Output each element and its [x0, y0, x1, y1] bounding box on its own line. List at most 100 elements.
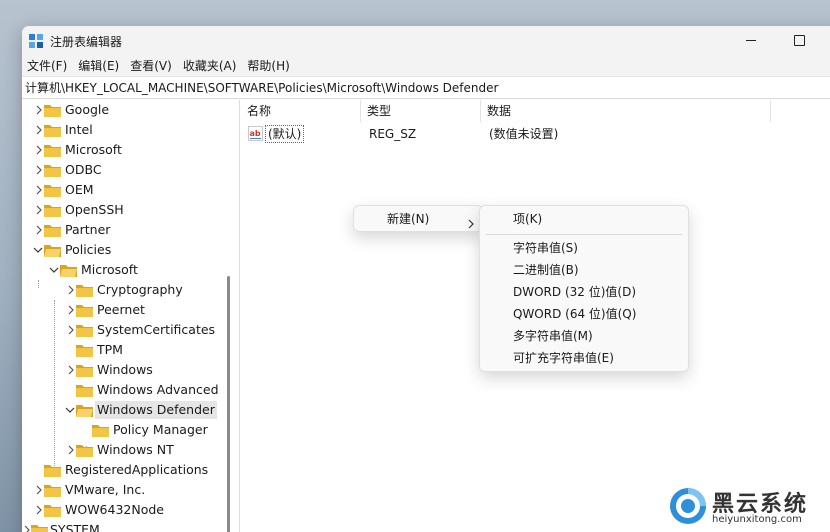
menu-view[interactable]: 查看(V)	[125, 56, 178, 76]
folder-icon	[44, 165, 61, 177]
chevron-right-icon[interactable]	[34, 125, 44, 135]
tree-item-label: WOW6432Node	[65, 502, 164, 517]
chevron-down-icon[interactable]	[33, 245, 43, 255]
chevron-right-icon[interactable]	[66, 325, 76, 335]
folder-icon	[44, 505, 61, 517]
column-header-name[interactable]: 名称	[241, 100, 361, 122]
tree-guide	[38, 280, 39, 288]
tree-item-label: Intel	[65, 122, 93, 137]
menu-help[interactable]: 帮助(H)	[242, 56, 295, 76]
chevron-right-icon	[467, 214, 475, 236]
chevron-right-icon[interactable]	[34, 205, 44, 215]
registry-editor-icon	[29, 34, 43, 48]
menu-item-label: 二进制值(B)	[513, 263, 579, 277]
site-watermark: 黑云系统 heiyunxitong.com	[668, 486, 828, 530]
tree-scrollbar-thumb[interactable]	[227, 276, 230, 532]
tree-item-label: Peernet	[97, 302, 145, 317]
tree-item-label: OEM	[65, 182, 94, 197]
submenu-item-expandable-string-value[interactable]: 可扩充字符串值(E)	[480, 347, 688, 369]
folder-open-icon	[44, 245, 61, 257]
cloud-logo-icon	[670, 488, 706, 524]
chevron-right-icon[interactable]	[66, 365, 76, 375]
column-header-data[interactable]: 数据	[481, 100, 771, 122]
registry-editor-window: 注册表编辑器 文件(F) 编辑(E) 查看(V) 收藏夹(A) 帮助(H) 计算…	[22, 26, 830, 532]
watermark-url: heiyunxitong.com	[712, 514, 802, 525]
menu-edit[interactable]: 编辑(E)	[73, 56, 125, 76]
context-menu-new[interactable]: 新建(N)	[354, 208, 482, 230]
address-path: 计算机\HKEY_LOCAL_MACHINE\SOFTWARE\Policies…	[25, 81, 499, 95]
string-value-icon: ab	[248, 126, 263, 141]
tree-item-label: ODBC	[65, 162, 102, 177]
folder-icon	[44, 485, 61, 497]
chevron-right-icon[interactable]	[34, 225, 44, 235]
submenu-item-dword-value[interactable]: DWORD (32 位)值(D)	[480, 281, 688, 303]
menu-item-label: 字符串值(S)	[513, 241, 578, 255]
chevron-right-icon[interactable]	[66, 305, 76, 315]
folder-icon	[76, 325, 93, 337]
submenu-item-string-value[interactable]: 字符串值(S)	[480, 237, 688, 259]
tree-item-label: Microsoft	[65, 142, 122, 157]
menu-item-label: QWORD (64 位)值(Q)	[513, 307, 637, 321]
chevron-down-icon[interactable]	[65, 405, 75, 415]
tree-item-windows-advanced-threat[interactable]: Windows Advanced T	[22, 380, 218, 400]
value-type: REG_SZ	[369, 127, 417, 141]
tree-item-label: Policies	[65, 242, 112, 257]
tree-item-label: Windows Defender	[95, 401, 217, 419]
tree-item-label: SYSTEM	[50, 522, 100, 532]
menu-file[interactable]: 文件(F)	[22, 56, 73, 76]
tree-item-label: Partner	[65, 222, 111, 237]
folder-icon	[44, 205, 61, 217]
submenu-item-qword-value[interactable]: QWORD (64 位)值(Q)	[480, 303, 688, 325]
submenu-item-multi-string-value[interactable]: 多字符串值(M)	[480, 325, 688, 347]
chevron-right-icon[interactable]	[66, 285, 76, 295]
folder-icon	[44, 465, 61, 477]
maximize-button[interactable]	[786, 30, 812, 50]
tree-item-label: Policy Manager	[113, 422, 208, 437]
key-tree-pane: Google Intel Microsoft ODBC OEM OpenSSH	[22, 100, 240, 532]
folder-open-icon	[76, 405, 93, 417]
tree-item-label: Cryptography	[97, 282, 183, 297]
chevron-right-icon[interactable]	[34, 505, 44, 515]
tree-item-label: Windows Advanced T	[97, 382, 218, 397]
chevron-right-icon[interactable]	[34, 185, 44, 195]
chevron-right-icon[interactable]	[34, 105, 44, 115]
menu-separator	[486, 234, 682, 235]
folder-icon	[92, 425, 109, 437]
minimize-button[interactable]	[739, 30, 765, 50]
value-row-default[interactable]: (默认)	[265, 125, 305, 143]
menu-item-label: 多字符串值(M)	[513, 329, 593, 343]
menu-item-label: DWORD (32 位)值(D)	[513, 285, 636, 299]
folder-icon	[44, 145, 61, 157]
context-menu: 新建(N)	[353, 205, 483, 232]
folder-icon	[76, 285, 93, 297]
chevron-right-icon[interactable]	[34, 165, 44, 175]
folder-icon	[76, 345, 93, 357]
column-header-type[interactable]: 类型	[361, 100, 481, 122]
tree-item-label: TPM	[97, 342, 123, 357]
tree-item-label: Microsoft	[81, 262, 138, 277]
chevron-right-icon[interactable]	[34, 145, 44, 155]
value-name: (默认)	[268, 127, 302, 141]
new-submenu: 项(K) 字符串值(S) 二进制值(B) DWORD (32 位)值(D) QW…	[479, 205, 689, 372]
menu-bar: 文件(F) 编辑(E) 查看(V) 收藏夹(A) 帮助(H)	[22, 56, 830, 76]
submenu-item-binary-value[interactable]: 二进制值(B)	[480, 259, 688, 281]
window-title: 注册表编辑器	[50, 35, 123, 49]
svg-text:ab: ab	[250, 129, 261, 138]
folder-icon	[76, 385, 93, 397]
chevron-down-icon[interactable]	[49, 265, 59, 275]
title-bar: 注册表编辑器	[22, 26, 830, 56]
folder-open-icon	[60, 265, 77, 277]
folder-icon	[44, 185, 61, 197]
folder-icon	[44, 225, 61, 237]
tree-item-label: Windows NT	[97, 442, 174, 457]
chevron-right-icon[interactable]	[66, 445, 76, 455]
folder-icon	[76, 445, 93, 457]
tree-item-label: SystemCertificates	[97, 322, 216, 337]
chevron-right-icon[interactable]	[34, 485, 44, 495]
tree-item-label: OpenSSH	[65, 202, 124, 217]
address-bar[interactable]: 计算机\HKEY_LOCAL_MACHINE\SOFTWARE\Policies…	[22, 76, 830, 99]
folder-icon	[31, 525, 48, 532]
submenu-item-key[interactable]: 项(K)	[480, 208, 688, 230]
menu-favorites[interactable]: 收藏夹(A)	[178, 56, 243, 76]
menu-item-label: 项(K)	[513, 212, 543, 226]
